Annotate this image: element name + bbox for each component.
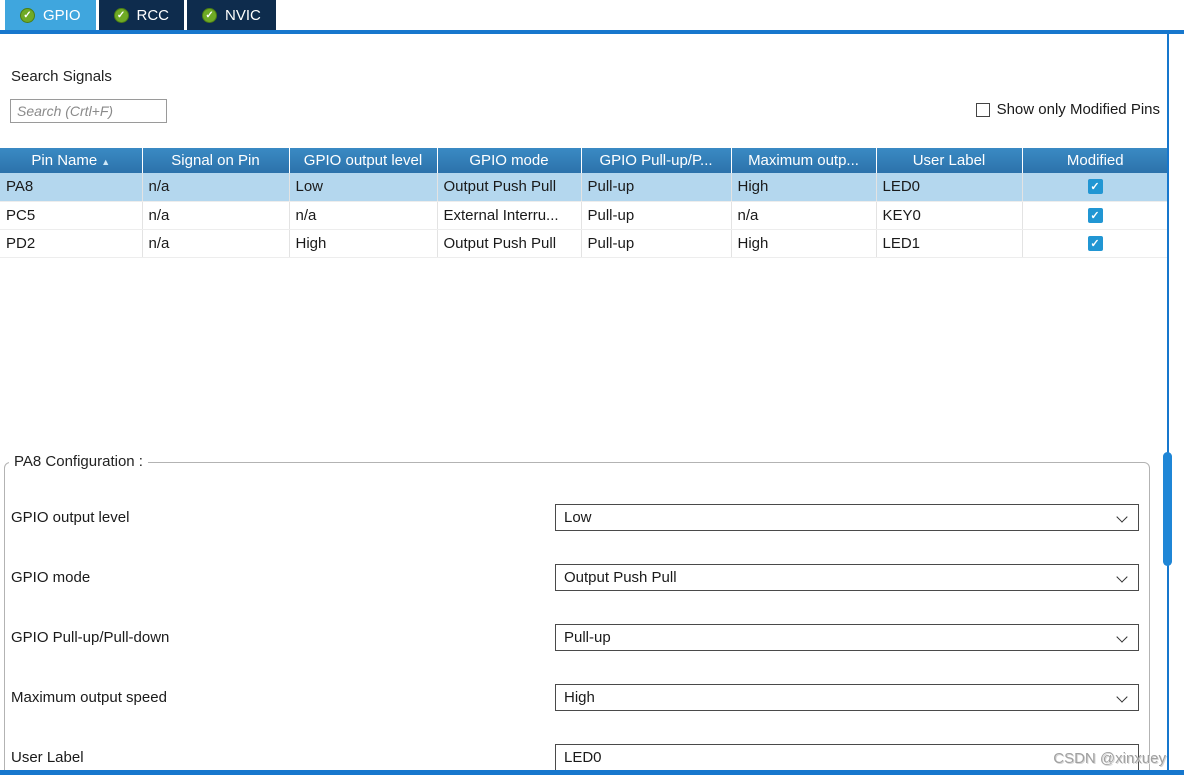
field-label: GPIO mode: [11, 568, 91, 586]
col-header-pull[interactable]: GPIO Pull-up/P...: [581, 148, 732, 173]
show-only-modified-label: Show only Modified Pins: [996, 101, 1160, 118]
watermark-text: CSDN @xinxuey: [1053, 750, 1166, 767]
cell-pull: Pull-up: [581, 201, 732, 230]
gpio-output-level-select[interactable]: Low: [555, 503, 1139, 531]
sort-asc-icon: ▲: [101, 157, 111, 167]
vertical-scrollbar-thumb[interactable]: [1163, 452, 1172, 566]
cell-output-level: Low: [289, 173, 438, 202]
chevron-down-icon: [1116, 510, 1128, 523]
cell-speed: n/a: [731, 201, 877, 230]
chevron-down-icon: [1116, 570, 1128, 583]
cell-signal: n/a: [142, 173, 290, 202]
chevron-down-icon: [1116, 630, 1128, 643]
field-label: User Label: [11, 748, 84, 766]
chevron-down-icon: [1116, 690, 1128, 703]
pin-row-pd2[interactable]: PD2 n/a High Output Push Pull Pull-up Hi…: [0, 229, 1169, 258]
cell-pin-name: PA8: [0, 173, 143, 202]
col-header-signal[interactable]: Signal on Pin: [142, 148, 290, 173]
cell-signal: n/a: [142, 201, 290, 230]
selected-value: High: [564, 688, 595, 706]
tab-nvic[interactable]: ✓ NVIC: [187, 0, 276, 30]
config-row-output-level: GPIO output level Low: [11, 487, 1139, 547]
cell-signal: n/a: [142, 229, 290, 258]
config-row-user-label: User Label: [11, 727, 1139, 775]
col-header-pin-name[interactable]: Pin Name ▲: [0, 148, 143, 173]
modified-checkbox[interactable]: ✓: [1087, 207, 1103, 223]
pin-row-pa8[interactable]: PA8 n/a Low Output Push Pull Pull-up Hig…: [0, 173, 1169, 202]
modified-checkbox[interactable]: ✓: [1087, 179, 1103, 195]
gpio-mode-select[interactable]: Output Push Pull: [555, 563, 1139, 591]
pin-row-pc5[interactable]: PC5 n/a n/a External Interru... Pull-up …: [0, 201, 1169, 230]
tab-rcc-label: RCC: [136, 6, 170, 24]
gpio-pull-select[interactable]: Pull-up: [555, 623, 1139, 651]
col-header-user-label[interactable]: User Label: [876, 148, 1023, 173]
col-header-modified[interactable]: Modified: [1022, 148, 1168, 173]
pa8-configuration-panel: PA8 Configuration : GPIO output level Lo…: [4, 453, 1150, 775]
cell-modified: ✓: [1022, 201, 1169, 230]
tabbar-accent-line: [0, 30, 1184, 34]
modified-checkbox[interactable]: ✓: [1087, 235, 1103, 251]
cell-user-label: LED0: [876, 173, 1023, 202]
cell-pull: Pull-up: [581, 173, 732, 202]
cell-gpio-mode: External Interru...: [437, 201, 582, 230]
cell-pull: Pull-up: [581, 229, 732, 258]
check-badge-icon: ✓: [113, 7, 129, 23]
show-only-modified-checkbox[interactable]: [975, 102, 990, 117]
cell-pin-name: PC5: [0, 201, 143, 230]
configuration-panel-title: PA8 Configuration :: [9, 453, 148, 470]
cell-pin-name: PD2: [0, 229, 143, 258]
right-pane-border: [1167, 34, 1169, 775]
max-output-speed-select[interactable]: High: [555, 683, 1139, 711]
field-label: GPIO Pull-up/Pull-down: [11, 628, 170, 646]
tab-gpio[interactable]: ✓ GPIO: [5, 0, 96, 30]
pin-table: Pin Name ▲ Signal on Pin GPIO output leve…: [0, 148, 1169, 258]
mode-tabbar: ✓ GPIO ✓ RCC ✓ NVIC: [0, 0, 1184, 30]
col-header-speed[interactable]: Maximum outp...: [731, 148, 877, 173]
col-header-gpio-mode[interactable]: GPIO mode: [437, 148, 582, 173]
gpio-configuration-page: ✓ GPIO ✓ RCC ✓ NVIC Search Signals Show …: [0, 0, 1184, 775]
check-badge-icon: ✓: [20, 7, 35, 23]
search-input[interactable]: [10, 99, 167, 123]
cell-gpio-mode: Output Push Pull: [437, 173, 582, 202]
cell-modified: ✓: [1022, 173, 1169, 202]
config-row-speed: Maximum output speed High: [11, 667, 1139, 727]
selected-value: Low: [564, 508, 592, 526]
config-row-pull: GPIO Pull-up/Pull-down Pull-up: [11, 607, 1139, 667]
cell-speed: High: [731, 173, 877, 202]
cell-output-level: n/a: [289, 201, 438, 230]
user-label-input[interactable]: [555, 743, 1139, 771]
field-label: Maximum output speed: [11, 688, 167, 706]
cell-speed: High: [731, 229, 877, 258]
show-only-modified-filter[interactable]: Show only Modified Pins: [975, 101, 1160, 118]
tab-rcc[interactable]: ✓ RCC: [98, 0, 185, 30]
check-badge-icon: ✓: [202, 7, 218, 23]
cell-user-label: LED1: [876, 229, 1023, 258]
col-header-output-level[interactable]: GPIO output level: [289, 148, 438, 173]
config-row-gpio-mode: GPIO mode Output Push Pull: [11, 547, 1139, 607]
pin-table-header-row: Pin Name ▲ Signal on Pin GPIO output leve…: [0, 148, 1168, 173]
cell-user-label: KEY0: [876, 201, 1023, 230]
cell-output-level: High: [289, 229, 438, 258]
cell-gpio-mode: Output Push Pull: [437, 229, 582, 258]
tab-gpio-label: GPIO: [43, 6, 81, 24]
col-header-pin-name-label: Pin Name: [31, 152, 98, 169]
field-label: GPIO output level: [11, 508, 130, 526]
search-signals-label: Search Signals: [11, 68, 112, 85]
selected-value: Pull-up: [564, 628, 611, 646]
selected-value: Output Push Pull: [564, 568, 677, 586]
bottom-pane-border: [0, 770, 1184, 775]
cell-modified: ✓: [1022, 229, 1169, 258]
tab-nvic-label: NVIC: [225, 6, 261, 24]
